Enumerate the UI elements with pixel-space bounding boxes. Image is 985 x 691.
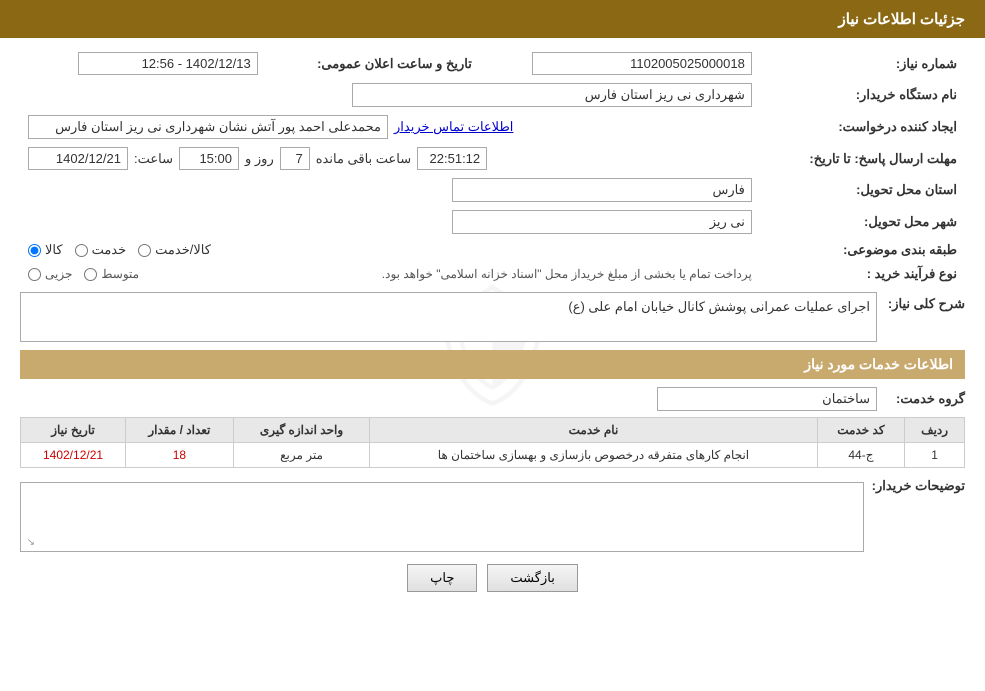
buyer-org-label: نام دستگاه خریدار: [760, 79, 965, 111]
group-value: ساختمان [657, 387, 877, 411]
need-number-label: شماره نیاز: [760, 48, 965, 79]
category-option-label-khadmat: خدمت [92, 242, 127, 258]
city-value: نی ریز [452, 210, 752, 234]
buyer-org-value: شهرداری نی ریز استان فارس [352, 83, 752, 107]
cell-code: ج-44 [817, 443, 905, 468]
col-row: ردیف [905, 418, 965, 443]
creator-value: محمدعلی احمد پور آتش نشان شهرداری نی ریز… [28, 115, 388, 139]
cell-row: 1 [905, 443, 965, 468]
cell-quantity: 18 [126, 443, 234, 468]
category-label: طبقه بندی موضوعی: [760, 238, 965, 262]
category-option-label-kala-khadmat: کالا/خدمت [155, 242, 211, 258]
creator-label: ایجاد کننده درخواست: [760, 111, 965, 143]
print-button[interactable]: چاپ [407, 564, 477, 592]
cell-unit: متر مربع [233, 443, 370, 468]
col-date: تاریخ نیاز [21, 418, 126, 443]
page-header: جزئیات اطلاعات نیاز [0, 0, 985, 38]
category-option-khadmat-kala[interactable]: کالا/خدمت [138, 242, 211, 258]
col-code: کد خدمت [817, 418, 905, 443]
process-note: پرداخت تمام یا بخشی از مبلغ خریداز محل "… [382, 267, 752, 281]
resize-handle[interactable]: ↘ [23, 537, 35, 549]
description-text: اجرای عملیات عمرانی پوشش کانال خیابان ام… [20, 292, 877, 342]
category-option-kala[interactable]: کالا [28, 242, 63, 258]
process-label-jozi: جزیی [45, 267, 72, 281]
services-table: ردیف کد خدمت نام خدمت واحد اندازه گیری ت… [20, 417, 965, 468]
page-title: جزئیات اطلاعات نیاز [839, 11, 966, 28]
category-option-label-kala: کالا [45, 242, 63, 258]
announcement-label: تاریخ و ساعت اعلان عمومی: [266, 48, 480, 79]
creator-link[interactable]: اطلاعات تماس خریدار [394, 119, 513, 135]
group-label: گروه خدمت: [885, 391, 965, 407]
response-remaining: 22:51:12 [417, 147, 487, 170]
category-option-khadmat[interactable]: خدمت [75, 242, 127, 258]
response-date: 1402/12/21 [28, 147, 128, 170]
announcement-value: 1402/12/13 - 12:56 [78, 52, 258, 75]
cell-date: 1402/12/21 [21, 443, 126, 468]
process-label: نوع فرآیند خرید : [760, 262, 965, 286]
response-days: 7 [280, 147, 310, 170]
process-option-jozi[interactable]: جزیی [28, 267, 72, 281]
province-label: استان محل تحویل: [760, 174, 965, 206]
services-section-title: اطلاعات خدمات مورد نیاز [20, 350, 965, 379]
need-number-value: 1102005025000018 [532, 52, 752, 75]
province-value: فارس [452, 178, 752, 202]
description-label: شرح کلی نیاز: [885, 292, 965, 312]
col-quantity: تعداد / مقدار [126, 418, 234, 443]
buyer-notes-label: توضیحات خریدار: [872, 478, 965, 494]
table-row: 1ج-44انجام کارهای متفرقه درخصوص بازسازی … [21, 443, 965, 468]
response-time: 15:00 [179, 147, 239, 170]
response-time-label: ساعت: [134, 151, 173, 167]
response-days-label: روز و [245, 151, 274, 167]
process-label-motawaset: متوسط [101, 267, 139, 281]
process-option-motawaset[interactable]: متوسط [84, 267, 139, 281]
response-deadline-label: مهلت ارسال پاسخ: تا تاریخ: [760, 143, 965, 174]
buyer-notes-box: ↘ [20, 482, 864, 552]
cell-name: انجام کارهای متفرقه درخصوص بازسازی و بهس… [370, 443, 817, 468]
city-label: شهر محل تحویل: [760, 206, 965, 238]
response-remaining-label: ساعت باقی مانده [316, 151, 411, 167]
col-name: نام خدمت [370, 418, 817, 443]
back-button[interactable]: بازگشت [487, 564, 577, 592]
buttons-row: بازگشت چاپ [20, 564, 965, 592]
col-unit: واحد اندازه گیری [233, 418, 370, 443]
